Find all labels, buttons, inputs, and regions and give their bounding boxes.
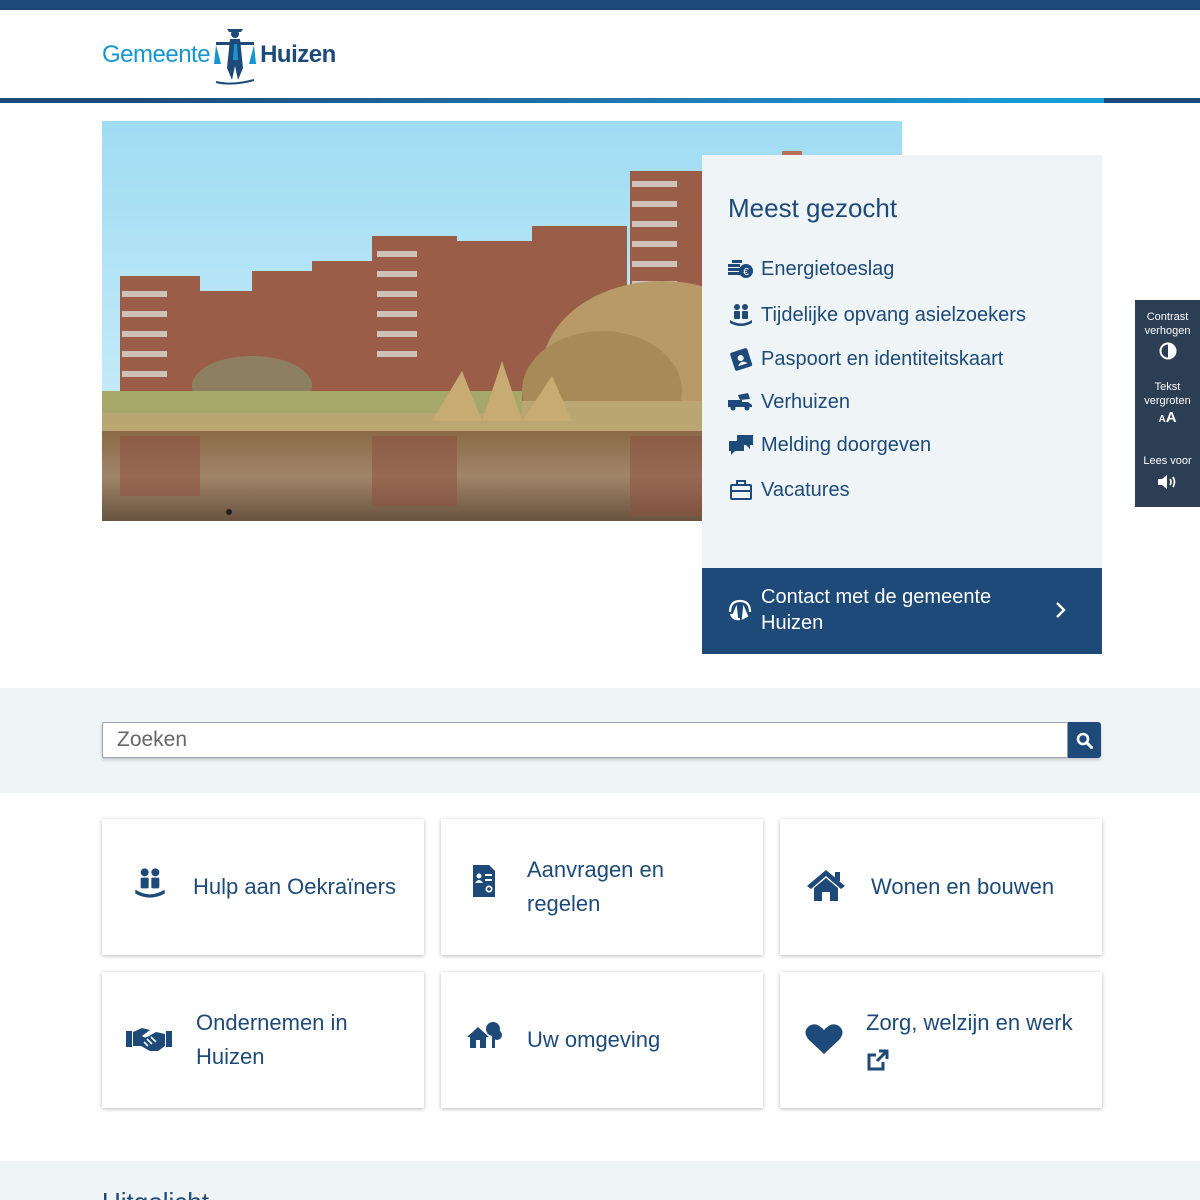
tile-hulp-oekrainers[interactable]: Hulp aan Oekraïners: [102, 819, 424, 955]
popular-item-label: Energietoeslag: [761, 257, 895, 280]
popular-panel: Meest gezocht € Energietoeslag Tijdelijk…: [702, 155, 1102, 568]
text-size-icon: AA: [1158, 409, 1177, 426]
read-aloud-label: Lees voor: [1143, 455, 1192, 467]
external-link-icon: [867, 1049, 889, 1071]
svg-text:€: €: [743, 267, 749, 278]
heart-icon: [804, 1022, 844, 1056]
popular-item-label: Tijdelijke opvang asielzoekers: [761, 303, 1026, 326]
accessibility-toolbar: Contrast verhogen Tekst vergroten AA Lee…: [1135, 300, 1200, 507]
search-input[interactable]: [102, 722, 1068, 758]
briefcase-icon: [728, 477, 754, 503]
chat-bubbles-icon: [728, 432, 754, 458]
contrast-label: Contrast verhogen: [1144, 311, 1191, 337]
popular-item-label: Melding doorgeven: [761, 433, 932, 456]
contact-label: Contact met de gemeente Huizen: [761, 586, 992, 634]
headset-icon: [727, 598, 753, 627]
search-icon: [1076, 732, 1093, 749]
contact-button[interactable]: Contact met de gemeente Huizen: [702, 568, 1102, 654]
tile-label: Ondernemen in Huizen: [196, 1010, 348, 1069]
moving-truck-icon: [728, 389, 754, 415]
house-tree-icon: [465, 1020, 503, 1052]
logo-word-huizen: Huizen: [260, 41, 336, 68]
popular-list: € Energietoeslag Tijdelijke opvang asiel…: [728, 253, 1026, 506]
search-button[interactable]: [1068, 722, 1101, 758]
contrast-icon: [1159, 342, 1176, 360]
tile-zorg-welzijn[interactable]: Zorg, welzijn en werk: [780, 972, 1102, 1108]
tile-label: Uw omgeving: [527, 1027, 661, 1052]
popular-item-opvang[interactable]: Tijdelijke opvang asielzoekers: [728, 299, 1026, 331]
featured-title: Uitgelicht: [102, 1187, 209, 1200]
tile-label: Zorg, welzijn en werk: [866, 1006, 1086, 1074]
logo-word-gemeente: Gemeente: [102, 41, 211, 68]
popular-item-energietoeslag[interactable]: € Energietoeslag: [728, 253, 1026, 285]
popular-item-verhuizen[interactable]: Verhuizen: [728, 386, 1026, 418]
popular-item-vacatures[interactable]: Vacatures: [728, 474, 1026, 506]
popular-item-paspoort[interactable]: Paspoort en identiteitskaart: [728, 343, 1026, 375]
text-size-label: Tekst vergroten: [1144, 381, 1191, 407]
contrast-button[interactable]: Contrast verhogen: [1135, 310, 1200, 363]
popular-item-label: Verhuizen: [761, 390, 850, 413]
popular-item-label: Vacatures: [761, 478, 850, 501]
logo[interactable]: Gemeente Huizen: [102, 24, 336, 86]
tile-omgeving[interactable]: Uw omgeving: [441, 972, 763, 1108]
people-care-icon: [728, 302, 754, 328]
popular-item-label: Paspoort en identiteitskaart: [761, 347, 1004, 370]
tile-aanvragen[interactable]: Aanvragen en regelen: [441, 819, 763, 955]
house-icon: [804, 867, 848, 903]
people-care-icon: [132, 865, 168, 901]
logo-figure-icon: [214, 29, 257, 85]
tile-ondernemen[interactable]: Ondernemen in Huizen: [102, 972, 424, 1108]
id-card-icon: [728, 346, 754, 372]
read-aloud-button[interactable]: Lees voor: [1135, 454, 1200, 494]
coins-euro-icon: €: [728, 256, 754, 282]
featured-section: Uitgelicht: [0, 1161, 1200, 1200]
tile-wonen-bouwen[interactable]: Wonen en bouwen: [780, 819, 1102, 955]
tile-label-text: Zorg, welzijn en werk: [866, 1010, 1073, 1035]
chevron-right-icon: [1054, 601, 1066, 624]
popular-item-melding[interactable]: Melding doorgeven: [728, 429, 1026, 461]
header-divider: [0, 98, 1200, 103]
tile-label: Hulp aan Oekraïners: [193, 874, 396, 899]
text-size-button[interactable]: Tekst vergroten AA: [1135, 380, 1200, 426]
speaker-icon: [1157, 475, 1175, 489]
handshake-icon: [126, 1022, 172, 1056]
tile-label: Aanvragen en regelen: [527, 857, 664, 916]
popular-title: Meest gezocht: [728, 193, 898, 223]
top-bar: [0, 0, 1200, 10]
document-certificate-icon: [469, 863, 499, 899]
tile-label: Wonen en bouwen: [871, 874, 1055, 899]
